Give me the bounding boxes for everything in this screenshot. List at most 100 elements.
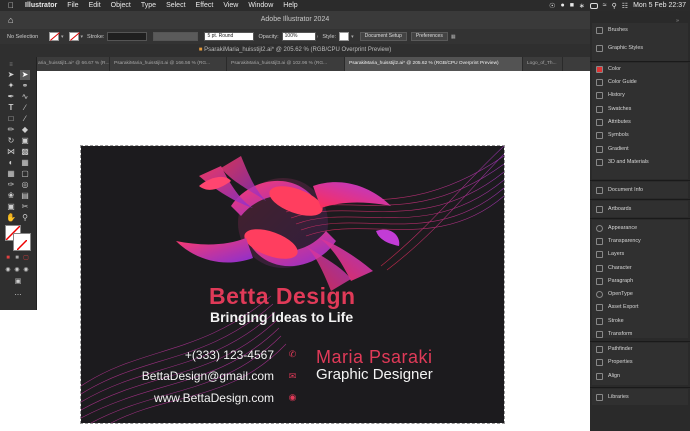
panel-opentype[interactable]: OpenType <box>594 288 686 300</box>
graphic-style-swatch[interactable] <box>339 32 350 41</box>
eyedropper-icon[interactable]: ✑ <box>6 180 16 190</box>
tagline[interactable]: Bringing Ideas to Life <box>210 309 353 325</box>
brush-definition-field[interactable]: 5 pt. Round <box>204 32 255 41</box>
chevron-down-icon[interactable]: ▾ <box>61 34 64 40</box>
panel-pathfinder[interactable]: Pathfinder <box>594 343 686 355</box>
rectangle-tool-icon[interactable]: □ <box>6 114 16 124</box>
email-text[interactable]: BettaDesign@gmail.com <box>84 369 274 383</box>
line-tool-icon[interactable]: ∕ <box>20 103 30 113</box>
apple-icon[interactable]:  <box>0 1 20 10</box>
eraser-tool-icon[interactable]: ◆ <box>20 125 30 135</box>
graph-tool-icon[interactable]: ▤ <box>20 191 30 201</box>
clock[interactable]: Mon 5 Feb 22:37 <box>633 2 686 9</box>
panel-color[interactable]: Color <box>594 63 686 75</box>
curvature-tool-icon[interactable]: ∿ <box>20 92 30 102</box>
blend-tool-icon[interactable]: ◎ <box>20 180 30 190</box>
panel-symbols[interactable]: Symbols <box>594 129 686 141</box>
battery-icon[interactable] <box>589 2 598 9</box>
fill-swatch[interactable] <box>49 32 59 41</box>
panel-color-guide[interactable]: Color Guide <box>594 76 686 88</box>
panel-history[interactable]: History <box>594 89 686 101</box>
tab-document[interactable]: Logo_of_Th... <box>523 57 563 71</box>
panel-layers[interactable]: Layers <box>594 248 686 260</box>
zoom-tool-icon[interactable]: ⚲ <box>20 213 30 223</box>
gradient-tool-icon[interactable]: ▢ <box>20 169 30 179</box>
none-mode-icon[interactable]: ▢ <box>21 253 31 263</box>
opacity-field[interactable]: 100% <box>281 32 316 41</box>
panel-grip-icon[interactable]: ≡ <box>6 60 16 70</box>
status-icon[interactable]: ● <box>560 2 564 9</box>
panel-properties[interactable]: Properties <box>594 356 686 368</box>
symbol-sprayer-icon[interactable]: ❀ <box>6 191 16 201</box>
menu-app[interactable]: Illustrator <box>20 2 62 9</box>
menu-effect[interactable]: Effect <box>191 2 219 9</box>
person-name[interactable]: Maria Psaraki <box>316 347 433 368</box>
chevron-right-icon[interactable]: › <box>317 34 319 40</box>
menu-select[interactable]: Select <box>161 2 190 9</box>
menu-object[interactable]: Object <box>106 2 136 9</box>
menu-edit[interactable]: Edit <box>84 2 106 9</box>
panel-graphic-styles[interactable]: Graphic Styles <box>594 42 686 54</box>
panel-paragraph[interactable]: Paragraph <box>594 275 686 287</box>
direct-selection-tool-icon[interactable]: ➤ <box>20 70 30 80</box>
panel-asset-export[interactable]: Asset Export <box>594 301 686 313</box>
stroke-color-box[interactable] <box>13 233 31 251</box>
perspective-grid-icon[interactable]: ▦ <box>20 158 30 168</box>
panel-appearance[interactable]: Appearance <box>594 222 686 234</box>
paintbrush-tool-icon[interactable]: ∕ <box>20 114 30 124</box>
lasso-icon[interactable]: ⚭ <box>20 81 30 91</box>
panel-libraries[interactable]: Libraries <box>594 391 686 403</box>
panel-artboards[interactable]: Artboards <box>594 203 686 215</box>
pen-tool-icon[interactable]: ✒ <box>6 92 16 102</box>
scale-tool-icon[interactable]: ▣ <box>20 136 30 146</box>
free-transform-icon[interactable]: ▩ <box>20 147 30 157</box>
panel-3d-materials[interactable]: 3D and Materials <box>594 156 686 168</box>
more-tools-icon[interactable]: ⋯ <box>13 291 23 301</box>
wifi-icon[interactable]: ≈ <box>603 2 607 9</box>
document-setup-button[interactable]: Document Setup <box>359 32 407 41</box>
person-role[interactable]: Graphic Designer <box>316 366 433 383</box>
shaper-tool-icon[interactable]: ✏ <box>6 125 16 135</box>
search-icon[interactable]: ⚲ <box>612 2 617 10</box>
menu-help[interactable]: Help <box>278 2 302 9</box>
panel-swatches[interactable]: Swatches <box>594 103 686 115</box>
type-tool-icon[interactable]: T <box>6 103 16 113</box>
stroke-swatch[interactable] <box>68 32 79 41</box>
variable-width-profile[interactable] <box>153 32 199 41</box>
menu-type[interactable]: Type <box>136 2 161 9</box>
bluetooth-icon[interactable]: ∗ <box>579 2 585 10</box>
draw-inside-icon[interactable]: ◉ <box>21 265 31 275</box>
panel-transparency[interactable]: Transparency <box>594 235 686 247</box>
arrange-documents-icon[interactable]: ▦ <box>451 34 456 40</box>
chevron-down-icon[interactable]: ▾ <box>351 34 354 40</box>
slice-tool-icon[interactable]: ✂ <box>20 202 30 212</box>
hand-tool-icon[interactable]: ✋ <box>6 213 16 223</box>
mesh-tool-icon[interactable]: ▦ <box>6 169 16 179</box>
magic-wand-icon[interactable]: ✦ <box>6 81 16 91</box>
menu-window[interactable]: Window <box>243 2 278 9</box>
phone-text[interactable]: +(333) 123-4567 <box>84 348 274 362</box>
panel-document-info[interactable]: Document Info <box>594 184 686 196</box>
selection-tool-icon[interactable]: ➤ <box>6 70 16 80</box>
menu-file[interactable]: File <box>62 2 83 9</box>
panel-brushes[interactable]: Brushes <box>594 24 686 36</box>
website-text[interactable]: www.BettaDesign.com <box>84 391 274 405</box>
screen-mode-icon[interactable]: ▣ <box>13 277 23 287</box>
tab-document-active[interactable]: PsarakiMaria_huisstijl2.ai* @ 205.62 % (… <box>345 57 523 71</box>
shape-builder-icon[interactable]: ◐ <box>6 158 16 168</box>
control-center-icon[interactable]: ☷ <box>622 2 628 10</box>
panel-character[interactable]: Character <box>594 262 686 274</box>
tab-document[interactable]: PsarakiMaria_huisstijl4.ai @ 166.56 % (R… <box>110 57 227 71</box>
brand-title[interactable]: Betta Design <box>209 283 356 310</box>
panel-gradient[interactable]: Gradient <box>594 143 686 155</box>
artboard-tool-icon[interactable]: ▣ <box>6 202 16 212</box>
status-icon[interactable]: ■ <box>570 2 574 9</box>
creative-cloud-icon[interactable]: ☉ <box>549 2 555 10</box>
tab-document[interactable]: PsarakiMaria_huisstijl3.ai @ 102.96 % (R… <box>227 57 345 71</box>
rotate-tool-icon[interactable]: ↻ <box>6 136 16 146</box>
panel-transform[interactable]: Transform <box>594 328 686 340</box>
menu-view[interactable]: View <box>218 2 243 9</box>
chevron-down-icon[interactable]: ▾ <box>81 34 84 40</box>
panel-attributes[interactable]: Attributes <box>594 116 686 128</box>
preferences-button[interactable]: Preferences <box>410 32 448 41</box>
